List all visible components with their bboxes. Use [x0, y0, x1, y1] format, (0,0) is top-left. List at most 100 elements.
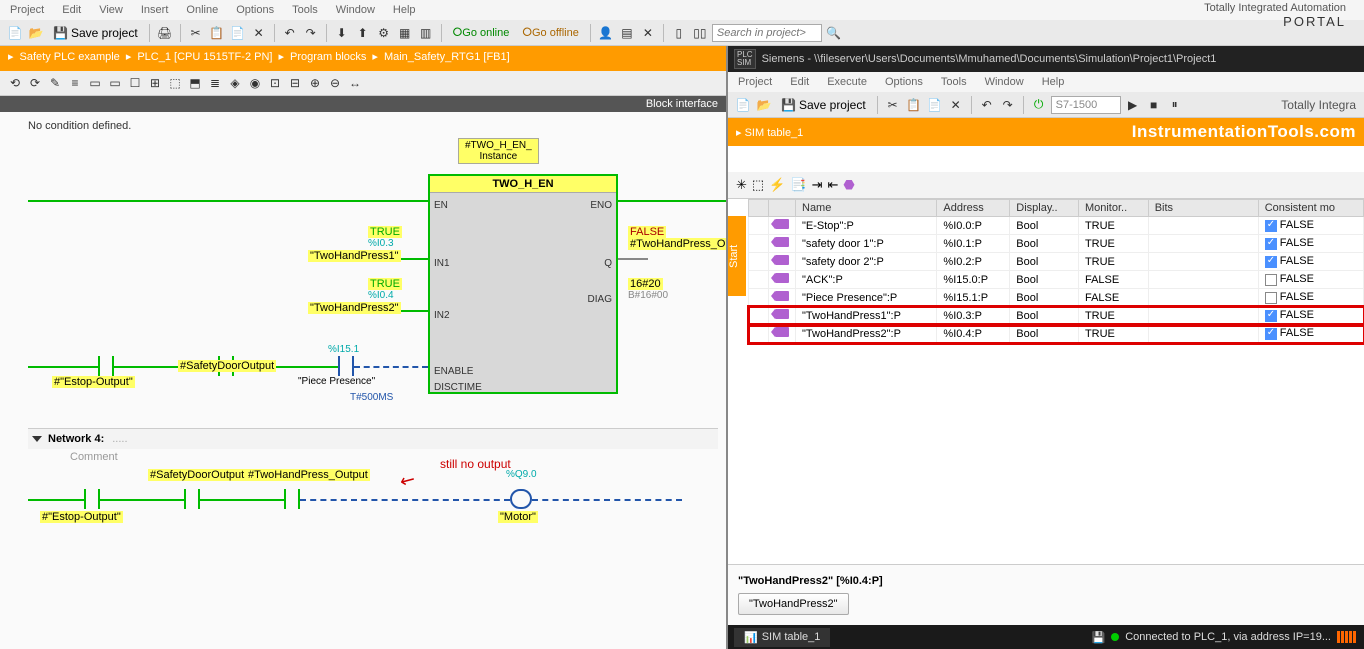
- delete-icon[interactable]: ✕: [250, 24, 268, 42]
- copy-icon[interactable]: 📋: [208, 24, 226, 42]
- consistent-checkbox[interactable]: [1265, 220, 1277, 232]
- consistent-checkbox[interactable]: [1265, 328, 1277, 340]
- tag-icon[interactable]: ⬣: [843, 177, 854, 193]
- et-icon[interactable]: ⬚: [166, 74, 184, 92]
- menu-view[interactable]: View: [99, 4, 123, 16]
- et-icon[interactable]: ≣: [206, 74, 224, 92]
- col-bits[interactable]: Bits: [1148, 200, 1258, 217]
- print-icon[interactable]: 🖨: [156, 24, 174, 42]
- consistent-checkbox[interactable]: [1265, 310, 1277, 322]
- sim-menu-project[interactable]: Project: [738, 76, 772, 88]
- et-icon[interactable]: ↔: [346, 74, 364, 92]
- table-row[interactable]: "safety door 2":P%I0.2:PBoolTRUE FALSE: [749, 253, 1364, 271]
- menu-online[interactable]: Online: [186, 4, 218, 16]
- redo-icon[interactable]: ↷: [302, 24, 320, 42]
- undo-icon[interactable]: ↶: [281, 24, 299, 42]
- sim-tab-label[interactable]: SIM table_1: [745, 127, 804, 139]
- st-icon[interactable]: ⇤: [827, 177, 838, 193]
- et-icon[interactable]: ▭: [106, 74, 124, 92]
- et-icon[interactable]: ⊟: [286, 74, 304, 92]
- misc4-icon[interactable]: ▤: [618, 24, 636, 42]
- menu-edit[interactable]: Edit: [62, 4, 81, 16]
- upload-icon[interactable]: ⬆: [354, 24, 372, 42]
- comment-line[interactable]: Comment: [28, 449, 718, 465]
- sim-cut-icon[interactable]: ✂: [884, 96, 902, 114]
- et-icon[interactable]: ⊕: [306, 74, 324, 92]
- crumb-project[interactable]: Safety PLC example: [20, 51, 120, 63]
- paste-icon[interactable]: 📄: [229, 24, 247, 42]
- sim-run-icon[interactable]: ▶: [1124, 96, 1142, 114]
- sim-menu-execute[interactable]: Execute: [827, 76, 867, 88]
- et-icon[interactable]: ⬒: [186, 74, 204, 92]
- misc3-icon[interactable]: 👤: [597, 24, 615, 42]
- menu-options[interactable]: Options: [236, 4, 274, 16]
- st-icon[interactable]: ⬚: [752, 177, 764, 193]
- editor-canvas[interactable]: No condition defined. #TWO_H_EN_ Instanc…: [0, 112, 726, 649]
- st-icon[interactable]: ⇥: [812, 177, 823, 193]
- side-tab-start[interactable]: Start: [728, 216, 746, 296]
- table-row[interactable]: "safety door 1":P%I0.1:PBoolTRUE FALSE: [749, 235, 1364, 253]
- sim-save-button[interactable]: Save project: [776, 96, 871, 114]
- save-project-button[interactable]: Save project: [48, 24, 143, 42]
- menu-project[interactable]: Project: [10, 4, 44, 16]
- menu-tools[interactable]: Tools: [292, 4, 318, 16]
- et-icon[interactable]: ◉: [246, 74, 264, 92]
- sim-cpu-select[interactable]: [1051, 96, 1121, 114]
- consistent-checkbox[interactable]: [1265, 292, 1277, 304]
- sim-open-icon[interactable]: 📂: [755, 96, 773, 114]
- sim-table[interactable]: Name Address Display.. Monitor.. Bits Co…: [728, 199, 1364, 564]
- sim-stop-icon[interactable]: ■: [1145, 96, 1163, 114]
- col-addr[interactable]: Address: [937, 200, 1010, 217]
- consistent-checkbox[interactable]: [1265, 274, 1277, 286]
- status-tab[interactable]: 📊 SIM table_1: [734, 628, 830, 647]
- search-go-icon[interactable]: 🔍: [825, 24, 843, 42]
- misc2-icon[interactable]: ▥: [417, 24, 435, 42]
- sim-pause-icon[interactable]: ⏸: [1166, 96, 1184, 114]
- et-icon[interactable]: ⟲: [6, 74, 24, 92]
- et-icon[interactable]: ⊞: [146, 74, 164, 92]
- download-icon[interactable]: ⬇: [333, 24, 351, 42]
- sim-undo-icon[interactable]: ↶: [978, 96, 996, 114]
- network-4-header[interactable]: Network 4: .....: [28, 428, 718, 449]
- table-row[interactable]: "E-Stop":P%I0.0:PBoolTRUE FALSE: [749, 217, 1364, 235]
- sim-del-icon[interactable]: ✕: [947, 96, 965, 114]
- st-icon[interactable]: 📑: [790, 177, 806, 193]
- split2-icon[interactable]: ▯▯: [691, 24, 709, 42]
- st-icon[interactable]: ✳: [736, 177, 747, 193]
- crumb-blocks[interactable]: Program blocks: [290, 51, 366, 63]
- col-disp[interactable]: Display..: [1010, 200, 1079, 217]
- col-cons[interactable]: Consistent mo: [1258, 200, 1363, 217]
- crumb-plc[interactable]: PLC_1 [CPU 1515TF-2 PN]: [137, 51, 272, 63]
- et-icon[interactable]: ▭: [86, 74, 104, 92]
- misc-icon[interactable]: ▦: [396, 24, 414, 42]
- go-online-button[interactable]: ⭘ Go online: [448, 24, 515, 42]
- detail-toggle-button[interactable]: "TwoHandPress2": [738, 593, 849, 615]
- et-icon[interactable]: ⊖: [326, 74, 344, 92]
- new-icon[interactable]: 📄: [6, 24, 24, 42]
- menu-window[interactable]: Window: [336, 4, 375, 16]
- et-icon[interactable]: ⟳: [26, 74, 44, 92]
- sim-menu-tools[interactable]: Tools: [941, 76, 967, 88]
- sim-menu-help[interactable]: Help: [1042, 76, 1065, 88]
- sim-paste-icon[interactable]: 📄: [926, 96, 944, 114]
- col-mon[interactable]: Monitor..: [1078, 200, 1148, 217]
- fb-box[interactable]: TWO_H_EN EN ENO IN1 Q IN2 DIAG ENABLE DI…: [428, 174, 618, 394]
- sim-menu-edit[interactable]: Edit: [790, 76, 809, 88]
- et-icon[interactable]: ≡: [66, 74, 84, 92]
- crumb-fb[interactable]: Main_Safety_RTG1 [FB1]: [384, 51, 510, 63]
- menu-insert[interactable]: Insert: [141, 4, 169, 16]
- table-row[interactable]: "Piece Presence":P%I15.1:PBoolFALSE FALS…: [749, 289, 1364, 307]
- sim-menu-window[interactable]: Window: [985, 76, 1024, 88]
- go-offline-button[interactable]: ⭘ Go offline: [517, 24, 584, 42]
- flash-icon[interactable]: ⚡: [769, 177, 785, 193]
- table-row[interactable]: "TwoHandPress1":P%I0.3:PBoolTRUE FALSE: [749, 307, 1364, 325]
- col-name[interactable]: Name: [796, 200, 937, 217]
- open-icon[interactable]: 📂: [27, 24, 45, 42]
- compile-icon[interactable]: ⚙: [375, 24, 393, 42]
- et-icon[interactable]: ⊡: [266, 74, 284, 92]
- consistent-checkbox[interactable]: [1265, 238, 1277, 250]
- split-icon[interactable]: ▯: [670, 24, 688, 42]
- menu-help[interactable]: Help: [393, 4, 416, 16]
- table-row[interactable]: "TwoHandPress2":P%I0.4:PBoolTRUE FALSE: [749, 325, 1364, 343]
- et-icon[interactable]: ☐: [126, 74, 144, 92]
